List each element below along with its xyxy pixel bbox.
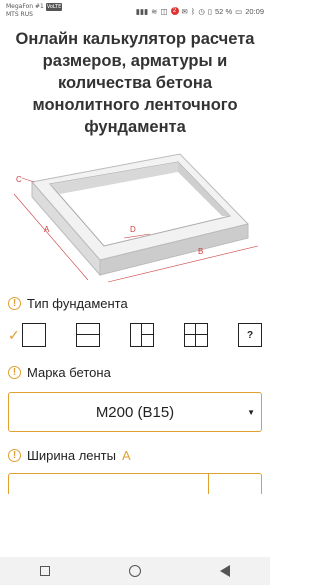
info-icon: ! [8,297,21,310]
dropdown-caret-icon: ▼ [247,407,255,417]
signal-icon: ▮▮▮ [135,6,149,16]
carrier-2: MTS RUS [6,11,33,18]
clock: 20:09 [245,6,264,16]
wifi-icon: ≋ [151,6,158,16]
volte-badge: VoLTE [45,3,63,11]
info-icon: ! [8,449,21,462]
system-nav-bar [0,557,270,585]
vibrate-icon: ▯ [207,6,213,16]
mail-icon: ✉ [181,6,188,16]
info-icon: ! [8,366,21,379]
type-option-one-divider[interactable] [76,323,100,347]
checkmark-icon: ✓ [8,326,20,343]
concrete-grade-select[interactable]: М200 (В15) ▼ [8,392,262,432]
camera-icon: ◫ [160,6,168,16]
foundation-type-options: ✓ ? [0,323,270,347]
back-button[interactable] [220,565,231,577]
battery-text: 52 % [215,6,233,16]
battery-icon: ▭ [235,6,243,16]
dimension-label-c: C [16,175,22,184]
carrier-1: MegaFon #1 [6,3,44,10]
type-option-cross[interactable] [184,323,208,347]
status-icons: ▮▮▮ ≋ ◫ 2 ✉ ᛒ ◷ ▯ 52 % ▭ 20:09 [136,7,264,16]
tape-width-input[interactable] [8,473,262,494]
dimension-label-d: D [130,225,136,234]
type-option-t-divider[interactable] [130,323,154,347]
alarm-icon: ◷ [198,6,205,16]
home-button[interactable] [128,565,141,577]
foundation-type-label: ! Тип фундамента [0,296,270,311]
foundation-illustration: A B C D [13,153,259,283]
status-bar: MegaFon #1 VoLTE MTS RUS ▮▮▮ ≋ ◫ 2 ✉ ᛒ ◷ … [0,0,270,22]
foundation-diagram: A B C D [0,142,270,292]
type-option-plain[interactable]: ✓ [8,323,46,347]
carrier-info: MegaFon #1 VoLTE MTS RUS [6,3,63,19]
tape-width-letter: A [121,448,131,463]
tape-width-label: ! Ширина ленты A [0,448,270,463]
dimension-label-a: A [44,225,50,234]
type-plain-icon [22,323,46,347]
bluetooth-icon: ᛒ [190,6,196,16]
type-option-custom[interactable]: ? [238,323,262,347]
concrete-grade-label: ! Марка бетона [0,365,270,380]
recent-apps-button[interactable] [39,566,50,576]
notification-badge: 2 [170,7,179,15]
dimension-label-b: B [198,247,203,256]
page-title: Онлайн калькулятор расчета размеров, арм… [15,30,255,136]
